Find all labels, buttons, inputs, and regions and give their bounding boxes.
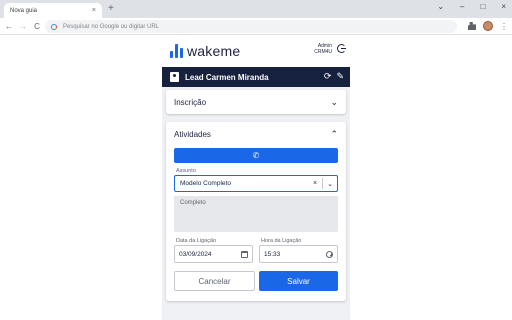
address-bar[interactable]: Pesquisar no Google ou digitar URL xyxy=(45,20,457,33)
logo-text: wakeme xyxy=(187,43,241,59)
browser-toolbar: ← → C Pesquisar no Google ou digitar URL… xyxy=(0,18,512,35)
maximize-button[interactable]: □ xyxy=(480,2,485,11)
tab-title: Nova guia xyxy=(10,7,38,14)
logo-icon xyxy=(170,44,183,58)
app-container: wakeme Admin CRM4U Lead Carmen Miranda ⟳… xyxy=(162,35,350,320)
close-tab-icon[interactable]: × xyxy=(92,7,96,14)
id-badge-icon xyxy=(170,72,179,82)
forward-button[interactable]: → xyxy=(16,22,30,31)
extensions-icon[interactable] xyxy=(468,22,476,30)
section-inscricao-header[interactable]: Inscrição ⌄ xyxy=(166,90,346,114)
minimize-button[interactable]: – xyxy=(460,2,464,11)
assunto-value: Modelo Completo xyxy=(180,180,231,187)
section-atividades-title: Atividades xyxy=(174,129,211,139)
browser-menu-icon[interactable]: ⋮ xyxy=(500,22,508,31)
section-atividades-header[interactable]: Atividades ⌃ xyxy=(166,122,346,146)
lead-title: Lead Carmen Miranda xyxy=(185,72,269,82)
google-icon xyxy=(51,23,57,30)
chevron-down-icon[interactable]: ⌄ xyxy=(323,180,337,188)
data-ligacao-label: Data da Ligação xyxy=(176,238,217,244)
assunto-label: Assunto xyxy=(176,168,196,174)
new-tab-button[interactable]: + xyxy=(108,3,114,15)
profile-avatar[interactable] xyxy=(483,21,493,31)
description-textarea[interactable]: Completo xyxy=(174,196,338,232)
clear-icon[interactable]: × xyxy=(308,180,322,187)
browser-tab[interactable]: Nova guia × xyxy=(4,3,102,18)
tab-search-icon[interactable]: ⌄ xyxy=(437,2,444,11)
section-atividades: Atividades ⌃ ✆ Assunto Modelo Completo ×… xyxy=(166,122,346,301)
hora-ligacao-input[interactable]: 15:33 xyxy=(259,245,338,263)
phone-icon: ✆ xyxy=(252,151,260,160)
call-button[interactable]: ✆ xyxy=(174,148,338,163)
user-code: CRM4U xyxy=(314,49,332,55)
browser-tabstrip: Nova guia × + ⌄ – □ × xyxy=(0,0,512,18)
reload-button[interactable]: C xyxy=(30,22,44,31)
chevron-down-icon: ⌄ xyxy=(330,96,338,107)
app-header: wakeme Admin CRM4U xyxy=(162,35,350,67)
section-inscricao-title: Inscrição xyxy=(174,97,207,107)
save-button[interactable]: Salvar xyxy=(259,271,338,291)
logout-icon[interactable] xyxy=(337,44,346,53)
edit-icon[interactable]: ✎ xyxy=(336,71,344,82)
user-info: Admin CRM4U xyxy=(314,43,332,55)
hora-ligacao-label: Hora da Ligação xyxy=(261,238,302,244)
assunto-select[interactable]: Modelo Completo × ⌄ xyxy=(174,175,338,192)
hora-ligacao-value: 15:33 xyxy=(264,250,281,258)
back-button[interactable]: ← xyxy=(2,22,16,31)
sync-icon[interactable]: ⟳ xyxy=(324,71,332,82)
chevron-up-icon: ⌃ xyxy=(330,128,338,139)
close-window-button[interactable]: × xyxy=(501,2,506,11)
window-controls: ⌄ – □ × xyxy=(437,2,506,11)
data-ligacao-input[interactable]: 03/09/2024 xyxy=(174,245,253,263)
cancel-button[interactable]: Cancelar xyxy=(174,271,255,291)
lead-header: Lead Carmen Miranda ⟳ ✎ xyxy=(162,67,350,87)
section-inscricao: Inscrição ⌄ xyxy=(166,90,346,114)
clock-icon[interactable] xyxy=(326,250,333,258)
calendar-icon[interactable] xyxy=(241,250,248,258)
data-ligacao-value: 03/09/2024 xyxy=(179,250,212,258)
address-placeholder: Pesquisar no Google ou digitar URL xyxy=(63,23,160,30)
